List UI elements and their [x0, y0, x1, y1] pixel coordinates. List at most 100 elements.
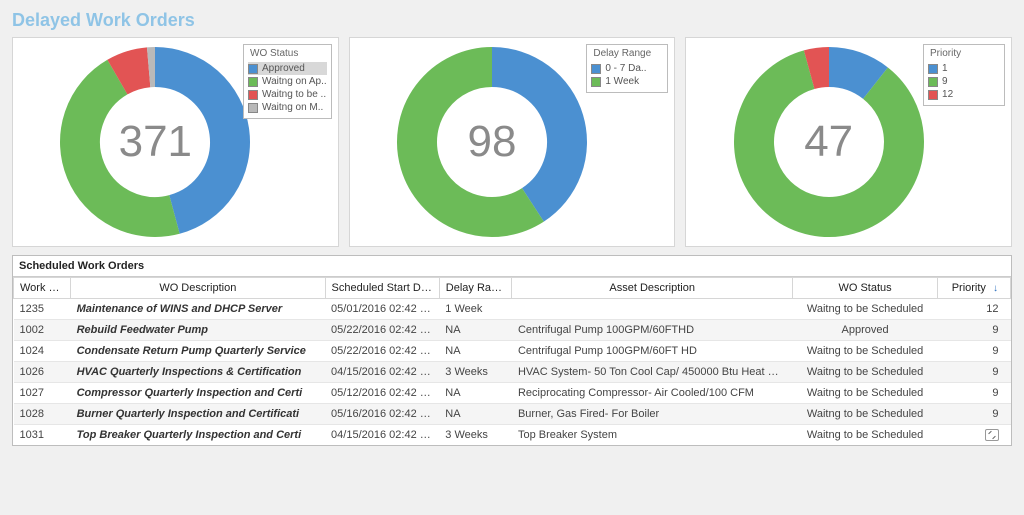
- work-order-cell: 1024: [14, 341, 71, 362]
- date-cell: 05/12/2016 02:42 PM: [325, 383, 439, 404]
- legend-label: Waitng on M..: [262, 102, 323, 113]
- delay-cell: 3 Weeks: [439, 425, 512, 446]
- asset-cell: Reciprocating Compressor- Air Cooled/100…: [512, 383, 792, 404]
- table-header-row: Work Order WO Description Scheduled Star…: [14, 278, 1011, 299]
- description-cell: Compressor Quarterly Inspection and Cert…: [71, 383, 325, 404]
- donut-center-value: 98: [468, 117, 517, 167]
- legend-swatch: [928, 64, 938, 74]
- status-cell: Waitng to be Scheduled: [792, 425, 937, 446]
- legend-title: WO Status: [248, 47, 327, 62]
- legend-swatch: [248, 103, 258, 113]
- status-cell: Waitng to be Scheduled: [792, 341, 937, 362]
- donut-chart[interactable]: 98: [392, 42, 592, 242]
- table-row[interactable]: 1031Top Breaker Quarterly Inspection and…: [14, 425, 1011, 446]
- description-cell: Top Breaker Quarterly Inspection and Cer…: [71, 425, 325, 446]
- chart-legend: Priority1912: [923, 44, 1005, 106]
- table-row[interactable]: 1027Compressor Quarterly Inspection and …: [14, 383, 1011, 404]
- legend-swatch: [591, 64, 601, 74]
- donut-chart[interactable]: 371: [55, 42, 255, 242]
- legend-item[interactable]: 1 Week: [591, 75, 663, 88]
- legend-item[interactable]: Approved: [248, 62, 327, 75]
- priority-cell: 12: [938, 299, 1011, 320]
- asset-cell: Centrifugal Pump 100GPM/60FT HD: [512, 341, 792, 362]
- priority-cell: 9: [938, 362, 1011, 383]
- legend-label: 1: [942, 63, 948, 74]
- col-asset-description[interactable]: Asset Description: [512, 278, 792, 299]
- legend-label: 12: [942, 89, 953, 100]
- work-order-cell: 1027: [14, 383, 71, 404]
- date-cell: 04/15/2016 02:42 PM: [325, 362, 439, 383]
- table-body: 1235Maintenance of WINS and DHCP Server0…: [14, 299, 1011, 446]
- donut-center-value: 47: [804, 117, 853, 167]
- legend-item[interactable]: 0 - 7 Da..: [591, 62, 663, 75]
- legend-item[interactable]: Waitng to be ..: [248, 88, 327, 101]
- asset-cell: Burner, Gas Fired- For Boiler: [512, 404, 792, 425]
- date-cell: 05/22/2016 02:42 PM: [325, 341, 439, 362]
- legend-swatch: [248, 90, 258, 100]
- legend-item[interactable]: 12: [928, 88, 1000, 101]
- col-delay-range[interactable]: Delay Range: [439, 278, 512, 299]
- chart-legend: WO StatusApproved Waitng on Ap.. Waitng to…: [243, 44, 332, 119]
- priority-cell: [938, 425, 1011, 446]
- asset-cell: Centrifugal Pump 100GPM/60FTHD: [512, 320, 792, 341]
- col-description[interactable]: WO Description: [71, 278, 325, 299]
- delay-cell: 3 Weeks: [439, 362, 512, 383]
- col-work-order[interactable]: Work Order: [14, 278, 71, 299]
- col-priority-label: Priority: [952, 282, 986, 294]
- legend-item[interactable]: 1: [928, 62, 1000, 75]
- date-cell: 04/15/2016 02:42 PM: [325, 425, 439, 446]
- donut-chart[interactable]: 47: [729, 42, 929, 242]
- date-cell: 05/01/2016 02:42 PM: [325, 299, 439, 320]
- table-row[interactable]: 1028Burner Quarterly Inspection and Cert…: [14, 404, 1011, 425]
- legend-swatch: [248, 64, 258, 74]
- legend-item[interactable]: Waitng on Ap..: [248, 75, 327, 88]
- delay-cell: NA: [439, 404, 512, 425]
- status-cell: Approved: [792, 320, 937, 341]
- table-row[interactable]: 1235Maintenance of WINS and DHCP Server0…: [14, 299, 1011, 320]
- legend-label: Waitng to be ..: [262, 89, 326, 100]
- description-cell: Rebuild Feedwater Pump: [71, 320, 325, 341]
- page-title: Delayed Work Orders: [0, 0, 1024, 37]
- legend-label: 1 Week: [605, 76, 639, 87]
- chart-legend: Delay Range0 - 7 Da.. 1 Week: [586, 44, 668, 93]
- legend-swatch: [248, 77, 258, 87]
- legend-title: Delay Range: [591, 47, 663, 62]
- sort-desc-icon: ↓: [993, 283, 998, 294]
- status-cell: Waitng to be Scheduled: [792, 362, 937, 383]
- chart-panel-0: 371WO StatusApproved Waitng on Ap.. Waitng…: [12, 37, 339, 247]
- description-cell: HVAC Quarterly Inspections & Certificati…: [71, 362, 325, 383]
- col-wo-status[interactable]: WO Status: [792, 278, 937, 299]
- work-order-cell: 1028: [14, 404, 71, 425]
- work-order-cell: 1235: [14, 299, 71, 320]
- status-cell: Waitng to be Scheduled: [792, 383, 937, 404]
- description-cell: Maintenance of WINS and DHCP Server: [71, 299, 325, 320]
- table-row[interactable]: 1026HVAC Quarterly Inspections & Certifi…: [14, 362, 1011, 383]
- table-row[interactable]: 1024Condensate Return Pump Quarterly Ser…: [14, 341, 1011, 362]
- chart-panel-1: 98 Delay Range0 - 7 Da.. 1 Week: [349, 37, 676, 247]
- legend-swatch: [928, 77, 938, 87]
- col-priority[interactable]: Priority ↓: [938, 278, 1011, 299]
- legend-label: Approved: [262, 63, 305, 74]
- legend-item[interactable]: Waitng on M..: [248, 101, 327, 114]
- legend-label: 9: [942, 76, 948, 87]
- legend-label: 0 - 7 Da..: [605, 63, 646, 74]
- work-order-cell: 1002: [14, 320, 71, 341]
- priority-cell: 9: [938, 383, 1011, 404]
- col-start-date[interactable]: Scheduled Start Date: [325, 278, 439, 299]
- work-order-cell: 1031: [14, 425, 71, 446]
- table-row[interactable]: 1002Rebuild Feedwater Pump05/22/2016 02:…: [14, 320, 1011, 341]
- date-cell: 05/16/2016 02:42 PM: [325, 404, 439, 425]
- status-cell: Waitng to be Scheduled: [792, 404, 937, 425]
- work-orders-table: Work Order WO Description Scheduled Star…: [13, 277, 1011, 445]
- priority-cell: 9: [938, 404, 1011, 425]
- delay-cell: NA: [439, 341, 512, 362]
- description-cell: Burner Quarterly Inspection and Certific…: [71, 404, 325, 425]
- expand-icon[interactable]: [985, 429, 999, 441]
- legend-label: Waitng on Ap..: [262, 76, 327, 87]
- work-order-cell: 1026: [14, 362, 71, 383]
- legend-item[interactable]: 9: [928, 75, 1000, 88]
- description-cell: Condensate Return Pump Quarterly Service: [71, 341, 325, 362]
- delay-cell: NA: [439, 320, 512, 341]
- scheduled-work-orders-panel: Scheduled Work Orders Work Order WO Desc…: [12, 255, 1012, 446]
- legend-swatch: [928, 90, 938, 100]
